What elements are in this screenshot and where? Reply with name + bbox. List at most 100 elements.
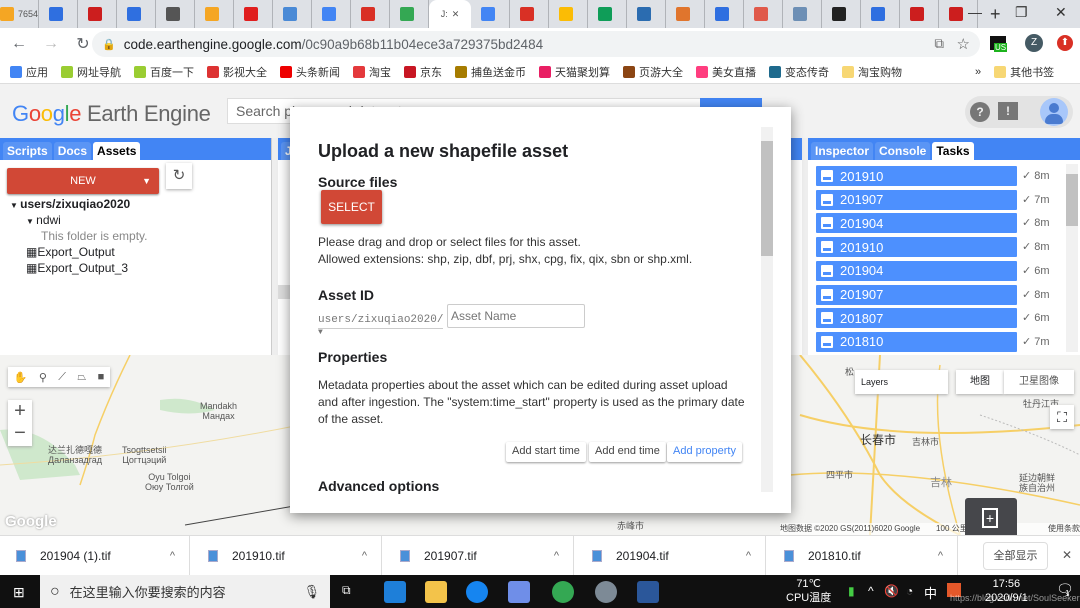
map-type-map-button[interactable]: 地图 bbox=[956, 370, 1004, 394]
bookmark-item[interactable]: 影视大全 bbox=[207, 64, 267, 80]
other-bookmarks[interactable]: 其他书签 bbox=[994, 64, 1054, 80]
rectangle-tool-icon[interactable]: ■ bbox=[98, 371, 105, 383]
browser-tab[interactable] bbox=[783, 0, 822, 28]
refresh-assets-button[interactable]: ↻ bbox=[166, 163, 192, 189]
marker-tool-icon[interactable]: ⚲ bbox=[39, 371, 47, 384]
app-icon[interactable] bbox=[508, 581, 530, 603]
zhihu-icon[interactable] bbox=[466, 581, 488, 603]
ime-indicator[interactable]: 中 bbox=[924, 583, 937, 602]
bookmark-item[interactable]: 头条新闻 bbox=[280, 64, 340, 80]
tree-folder-ndwi[interactable]: ▼ ndwi bbox=[26, 213, 61, 227]
update-icon[interactable]: ⬆ bbox=[1057, 35, 1073, 51]
advanced-options-heading[interactable]: Advanced options bbox=[318, 478, 439, 494]
minimize-button[interactable]: — bbox=[968, 4, 982, 20]
browser-tab[interactable] bbox=[900, 0, 939, 28]
account-avatar[interactable] bbox=[1040, 98, 1068, 126]
bookmark-item[interactable]: 淘宝购物 bbox=[842, 64, 902, 80]
asset-prefix-select[interactable]: users/zixuqiao2020/ ▼ bbox=[318, 311, 443, 337]
notification-icon[interactable]: 🗨 1 bbox=[1056, 581, 1074, 598]
map-type-satellite-button[interactable]: 卫星图像 bbox=[1004, 370, 1074, 394]
bookmark-item[interactable]: 变态传奇 bbox=[769, 64, 829, 80]
browser-tab[interactable] bbox=[273, 0, 312, 28]
bookmark-item[interactable]: 美女直播 bbox=[696, 64, 756, 80]
bookmark-item[interactable]: 页游大全 bbox=[623, 64, 683, 80]
line-tool-icon[interactable]: ⟋ bbox=[58, 371, 66, 384]
translate-icon[interactable]: ⧉ bbox=[934, 36, 944, 52]
browser-tab[interactable] bbox=[117, 0, 156, 28]
bookmark-item[interactable]: 捕鱼送金币 bbox=[455, 64, 526, 80]
zoom-out-button[interactable]: − bbox=[8, 422, 32, 444]
polygon-tool-icon[interactable]: ⏢ bbox=[77, 371, 86, 384]
bookmark-item[interactable]: 网址导航 bbox=[61, 64, 121, 80]
bookmarks-overflow-button[interactable]: » bbox=[975, 66, 981, 78]
restore-button[interactable]: ❐ bbox=[1015, 4, 1028, 21]
windows-start-icon[interactable]: ⊞ bbox=[13, 584, 25, 601]
tab-assets[interactable]: Assets bbox=[93, 142, 141, 160]
tab-inspector[interactable]: Inspector bbox=[811, 142, 874, 160]
add-end-time-button[interactable]: Add end time bbox=[589, 442, 666, 462]
back-icon[interactable]: ← bbox=[6, 35, 32, 53]
app-icon[interactable] bbox=[595, 581, 617, 603]
tab-scripts[interactable]: Scripts bbox=[3, 142, 52, 160]
bookmark-item[interactable]: 应用 bbox=[10, 64, 48, 80]
star-icon[interactable]: ☆ bbox=[957, 35, 970, 53]
task-scrollbar[interactable] bbox=[1066, 164, 1078, 352]
tab-docs[interactable]: Docs bbox=[53, 142, 92, 160]
browser-tab[interactable] bbox=[627, 0, 666, 28]
close-downloads-icon[interactable]: ✕ bbox=[1062, 548, 1072, 562]
download-options-icon[interactable]: ^ bbox=[746, 550, 751, 562]
download-options-icon[interactable]: ^ bbox=[170, 550, 175, 562]
tab-tasks[interactable]: Tasks bbox=[932, 142, 974, 160]
forward-icon[interactable]: → bbox=[38, 35, 64, 53]
hand-tool-icon[interactable]: ✋ bbox=[14, 371, 28, 384]
browser-tab[interactable]: 7654 bbox=[0, 0, 39, 28]
edge-icon[interactable] bbox=[384, 581, 406, 603]
download-item[interactable]: 201904.tif ^ bbox=[576, 536, 766, 576]
feedback-icon[interactable]: ! bbox=[998, 102, 1018, 120]
browser-tab[interactable] bbox=[471, 0, 510, 28]
layers-button[interactable]: Layers bbox=[855, 370, 948, 394]
terms-link[interactable]: 使用条款 bbox=[1048, 523, 1080, 535]
new-asset-button[interactable]: NEW ▼ bbox=[7, 168, 159, 194]
network-icon[interactable]: ◔ bbox=[906, 584, 913, 598]
volume-muted-icon[interactable]: 🔇 bbox=[884, 584, 899, 598]
browser-tab[interactable] bbox=[510, 0, 549, 28]
browser-tab[interactable] bbox=[78, 0, 117, 28]
download-item[interactable]: 201907.tif ^ bbox=[384, 536, 574, 576]
download-options-icon[interactable]: ^ bbox=[938, 550, 943, 562]
word-icon[interactable] bbox=[637, 581, 659, 603]
add-property-button[interactable]: Add property bbox=[667, 442, 742, 462]
browser-tab[interactable] bbox=[156, 0, 195, 28]
profile-avatar[interactable]: Z bbox=[1025, 34, 1043, 52]
tree-root[interactable]: ▼ users/zixuqiao2020 bbox=[10, 197, 130, 211]
task-item[interactable]: 201810 bbox=[816, 331, 1017, 352]
browser-tab[interactable] bbox=[822, 0, 861, 28]
microphone-icon[interactable]: 🎙 bbox=[303, 584, 320, 600]
browser-tab[interactable] bbox=[705, 0, 744, 28]
task-item[interactable]: 201904 bbox=[816, 213, 1017, 234]
task-item[interactable]: 201907 bbox=[816, 284, 1017, 305]
asset-name-input[interactable] bbox=[447, 304, 585, 328]
download-item[interactable]: 201910.tif ^ bbox=[192, 536, 382, 576]
new-file-button[interactable]: + bbox=[965, 498, 1017, 535]
file-explorer-icon[interactable] bbox=[425, 581, 447, 603]
task-item[interactable]: 201907 bbox=[816, 189, 1017, 210]
battery-icon[interactable]: ▮ bbox=[848, 584, 855, 598]
task-view-icon[interactable]: ⧉ bbox=[342, 583, 351, 598]
close-tab-icon[interactable]: ✕ bbox=[452, 9, 460, 20]
browser-tab[interactable] bbox=[861, 0, 900, 28]
url-bar[interactable]: 🔒 code.earthengine.google.com/0c90a9b68b… bbox=[92, 31, 980, 57]
tab-console[interactable]: Console bbox=[875, 142, 931, 160]
download-item[interactable]: 201810.tif ^ bbox=[768, 536, 958, 576]
zoom-in-button[interactable]: + bbox=[8, 400, 32, 422]
browser-tab[interactable] bbox=[39, 0, 78, 28]
browser-tab[interactable] bbox=[195, 0, 234, 28]
new-tab-button[interactable]: + bbox=[990, 4, 1001, 25]
bookmark-item[interactable]: 百度一下 bbox=[134, 64, 194, 80]
close-window-button[interactable]: ✕ bbox=[1055, 4, 1067, 21]
download-options-icon[interactable]: ^ bbox=[362, 550, 367, 562]
download-options-icon[interactable]: ^ bbox=[554, 550, 559, 562]
select-files-button[interactable]: SELECT bbox=[321, 190, 382, 224]
bookmark-item[interactable]: 京东 bbox=[404, 64, 442, 80]
bookmark-item[interactable]: 天猫聚划算 bbox=[539, 64, 610, 80]
